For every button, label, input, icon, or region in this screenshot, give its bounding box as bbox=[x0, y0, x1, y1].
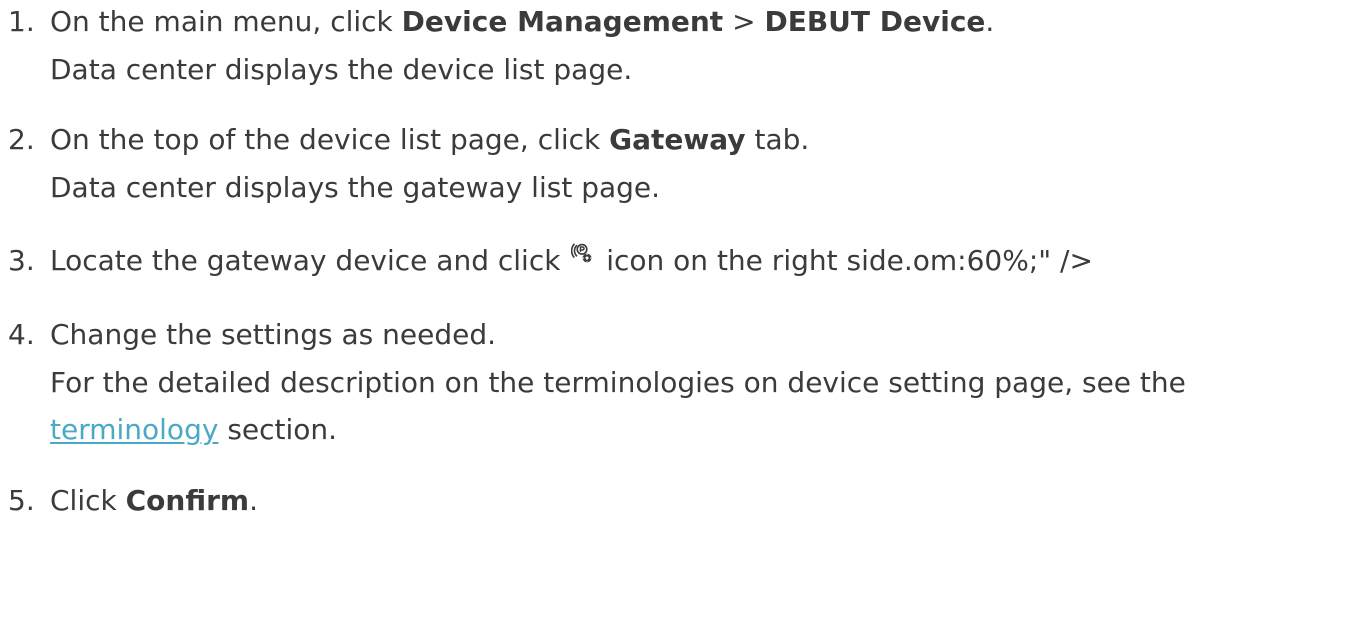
terminology-link[interactable]: terminology bbox=[50, 413, 218, 446]
step-instruction: On the main menu, click Device Managemen… bbox=[50, 5, 995, 38]
step-number: 1. bbox=[8, 5, 35, 38]
confirm-label: Confirm bbox=[125, 483, 250, 517]
step-number: 3. bbox=[8, 244, 35, 278]
step-3: 3. Locate the gateway device and click i… bbox=[8, 241, 1366, 282]
gateway-settings-icon bbox=[571, 243, 592, 263]
step-number: 5. bbox=[8, 483, 35, 517]
step-instruction: Change the settings as needed. bbox=[50, 317, 497, 351]
menu-debut-device: DEBUT Device bbox=[764, 5, 986, 38]
step-number: 2. bbox=[8, 123, 35, 157]
step-2: 2. On the top of the device list page, c… bbox=[8, 120, 1366, 208]
step-result: Data center displays the device list pag… bbox=[50, 52, 633, 86]
step-instruction: Locate the gateway device and click icon… bbox=[50, 243, 1093, 278]
step-5: 5. Click Confirm. bbox=[8, 481, 1366, 522]
step-detail-continued: terminology section. bbox=[50, 413, 338, 447]
step-1: 1. On the main menu, click Device Manage… bbox=[8, 2, 1366, 90]
instruction-steps: 1. On the main menu, click Device Manage… bbox=[0, 0, 1366, 521]
step-instruction: On the top of the device list page, clic… bbox=[50, 123, 810, 157]
step-4: 4. Change the settings as needed. For th… bbox=[8, 315, 1366, 451]
gateway-tab-label: Gateway bbox=[609, 123, 746, 157]
step-result: Data center displays the gateway list pa… bbox=[50, 170, 661, 204]
menu-device-management: Device Management bbox=[401, 5, 724, 38]
step-instruction: Click Confirm. bbox=[50, 483, 258, 517]
step-detail: For the detailed description on the term… bbox=[50, 365, 1186, 399]
step-number: 4. bbox=[8, 317, 35, 351]
